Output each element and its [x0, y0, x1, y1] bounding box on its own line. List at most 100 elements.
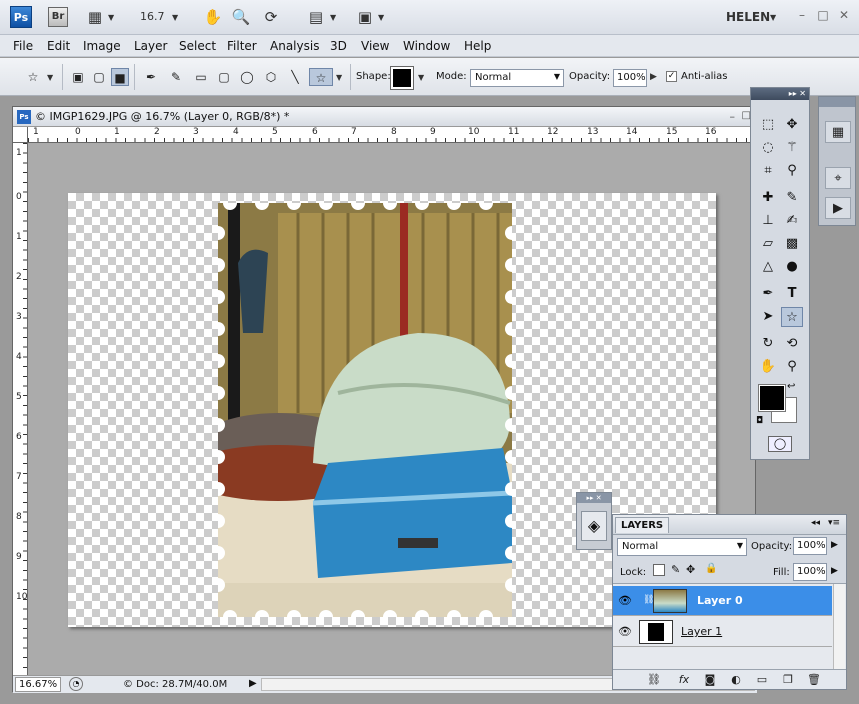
hand-tool-icon[interactable]: ✋	[202, 7, 224, 27]
mode-select[interactable]: Normal ▼	[470, 69, 564, 87]
polygon-tool-icon[interactable]: ⬡	[262, 68, 280, 86]
layer-row[interactable]: 👁 ⛓ Layer 0	[613, 586, 832, 616]
layer-opacity-field[interactable]: 100%	[793, 537, 827, 555]
custom-shape-icon[interactable]: ☆	[309, 68, 333, 86]
close-icon[interactable]: ✕	[799, 89, 806, 98]
chevron-down-icon[interactable]: ▼	[418, 73, 424, 82]
healing-brush-icon[interactable]: ✚	[757, 188, 779, 208]
rounded-rectangle-icon[interactable]: ▢	[215, 68, 233, 86]
delete-layer-icon[interactable]: 🗑	[805, 672, 823, 688]
dock-header[interactable]	[819, 97, 855, 107]
lock-image-icon[interactable]: ✎	[671, 563, 680, 576]
menu-help[interactable]: Help	[464, 39, 491, 53]
film-strip-icon[interactable]: ▦	[84, 7, 106, 27]
fill-slider-arrow-icon[interactable]: ▶	[831, 566, 838, 576]
fill-pixels-icon[interactable]: ■	[111, 68, 129, 86]
ellipse-tool-icon[interactable]: ◯	[238, 68, 256, 86]
adjustment-layer-icon[interactable]: ◐	[727, 672, 745, 688]
close-button[interactable]: ✕	[836, 8, 852, 22]
pen-tool-icon[interactable]: ✒	[757, 284, 779, 304]
link-layers-icon[interactable]: ⛓	[645, 672, 663, 688]
layer-name[interactable]: Layer 0	[697, 594, 743, 607]
menu-filter[interactable]: Filter	[227, 39, 257, 53]
quick-mask-button[interactable]: ◯	[768, 436, 792, 452]
gradient-tool-icon[interactable]: ▩	[781, 234, 803, 254]
status-menu-arrow-icon[interactable]: ▶	[249, 678, 257, 689]
hand-tool-icon[interactable]: ✋	[757, 357, 779, 377]
workspace-switcher[interactable]: HELEN	[726, 10, 770, 24]
opacity-slider-arrow-icon[interactable]: ▶	[831, 540, 838, 550]
chevron-down-icon[interactable]: ▼	[770, 13, 776, 22]
foreground-color-swatch[interactable]	[758, 384, 786, 412]
menu-file[interactable]: File	[13, 39, 33, 53]
layers-panel-icon[interactable]: ◈	[581, 511, 607, 541]
chevron-down-icon[interactable]: ▼	[378, 13, 384, 22]
freeform-pen-icon[interactable]: ✎	[167, 68, 185, 86]
menu-image[interactable]: Image	[83, 39, 121, 53]
paths-icon[interactable]: ▢	[90, 68, 108, 86]
opacity-field[interactable]: 100%	[613, 69, 647, 87]
minimize-doc-button[interactable]: –	[730, 110, 736, 123]
clone-stamp-icon[interactable]: ⊥	[757, 211, 779, 231]
shape-swatch[interactable]	[390, 66, 414, 90]
dodge-tool-icon[interactable]: ●	[781, 257, 803, 277]
type-tool-icon[interactable]: T	[781, 284, 803, 304]
zoom-tool-icon[interactable]: 🔍	[230, 7, 252, 27]
lock-all-icon[interactable]: 🔒	[705, 563, 717, 574]
histogram-panel-icon[interactable]: ▦	[825, 121, 851, 143]
visibility-eye-icon[interactable]: 👁	[615, 591, 635, 611]
new-layer-icon[interactable]: ❐	[779, 672, 797, 688]
swap-colors-icon[interactable]: ↩	[787, 381, 795, 392]
lasso-tool-icon[interactable]: ◌	[757, 138, 779, 158]
marquee-tool-icon[interactable]: ⬚	[757, 115, 779, 135]
document-tab[interactable]: Ps © IMGP1629.JPG @ 16.7% (Layer 0, RGB/…	[13, 107, 757, 127]
move-tool-icon[interactable]: ✥	[781, 115, 803, 135]
arrange-documents-icon[interactable]: ▤	[305, 7, 327, 27]
eyedropper-icon[interactable]: ⚲	[781, 161, 803, 181]
collapse-icon[interactable]: ◂◂	[811, 518, 820, 528]
status-options-icon[interactable]: ◔	[69, 677, 83, 691]
collapse-icon[interactable]: ▸▸	[789, 89, 797, 98]
opacity-slider-arrow-icon[interactable]: ▶	[650, 72, 657, 82]
screen-mode-icon[interactable]: ▣	[354, 7, 376, 27]
minimize-button[interactable]: –	[794, 8, 810, 22]
chevron-down-icon[interactable]: ▼	[336, 73, 342, 82]
mini-panel-header[interactable]: ▸▸ ✕	[577, 493, 611, 503]
zoom-level-value[interactable]: 16.7	[140, 10, 165, 23]
3d-orbit-icon[interactable]: ⟲	[781, 334, 803, 354]
antialias-checkbox[interactable]: ✓	[666, 71, 677, 82]
3d-rotate-icon[interactable]: ↻	[757, 334, 779, 354]
bridge-launch-button[interactable]: Br	[48, 7, 68, 27]
chevron-down-icon[interactable]: ▼	[47, 73, 53, 82]
default-colors-icon[interactable]: ◘	[756, 416, 763, 426]
ruler-origin[interactable]	[13, 127, 28, 143]
menu-edit[interactable]: Edit	[47, 39, 70, 53]
shape-layers-icon[interactable]: ▣	[69, 68, 87, 86]
menu-view[interactable]: View	[361, 39, 389, 53]
menu-3d[interactable]: 3D	[330, 39, 347, 53]
eraser-tool-icon[interactable]: ▱	[757, 234, 779, 254]
crop-tool-icon[interactable]: ⌗	[757, 161, 779, 181]
chevron-down-icon[interactable]: ▼	[172, 13, 178, 22]
custom-shape-tool-icon[interactable]: ☆	[781, 307, 803, 327]
blur-tool-icon[interactable]: △	[757, 257, 779, 277]
rotate-view-icon[interactable]: ⟳	[260, 7, 282, 27]
layer-row[interactable]: 👁 Layer 1	[613, 617, 832, 647]
new-group-icon[interactable]: ▭	[753, 672, 771, 688]
layer-name[interactable]: Layer 1	[681, 625, 722, 638]
layers-scrollbar[interactable]	[833, 584, 845, 670]
maximize-button[interactable]: □	[815, 8, 831, 22]
magic-wand-icon[interactable]: ⚚	[781, 138, 803, 158]
fill-field[interactable]: 100%	[793, 563, 827, 581]
zoom-field[interactable]: 16.67%	[15, 677, 61, 692]
add-mask-icon[interactable]: ◙	[701, 672, 719, 688]
lock-transparency-icon[interactable]	[653, 564, 665, 576]
menu-analysis[interactable]: Analysis	[270, 39, 319, 53]
tool-preset-picker-icon[interactable]: ☆	[22, 68, 44, 86]
menu-window[interactable]: Window	[403, 39, 450, 53]
tab-layers[interactable]: LAYERS	[615, 517, 670, 533]
lock-position-icon[interactable]: ✥	[686, 563, 695, 576]
pen-tool-icon[interactable]: ✒	[142, 68, 160, 86]
navigator-panel-icon[interactable]: ⌖	[825, 167, 851, 189]
zoom-tool-icon[interactable]: ⚲	[781, 357, 803, 377]
